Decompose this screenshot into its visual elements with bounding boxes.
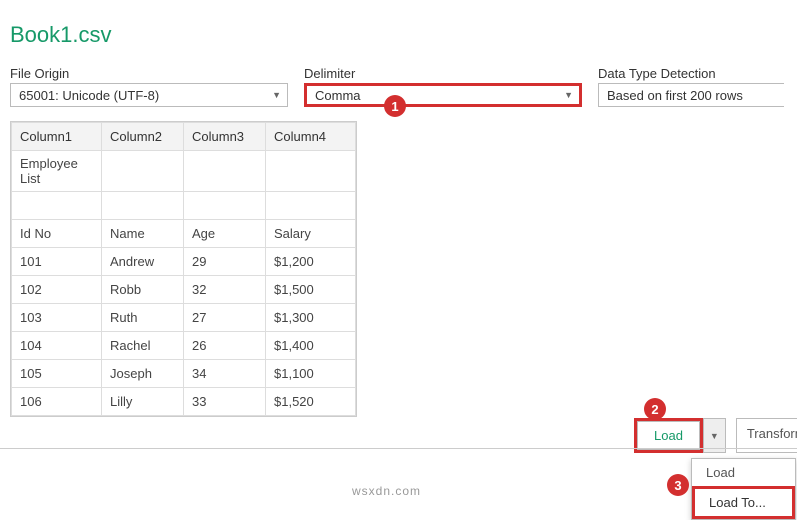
delimiter-value: Comma [315, 88, 361, 103]
table-row: 101Andrew29$1,200 [12, 248, 356, 276]
delimiter-dropdown[interactable]: Comma ▼ [304, 83, 582, 107]
delimiter-control: Delimiter Comma ▼ [304, 66, 582, 107]
column-header[interactable]: Column1 [12, 123, 102, 151]
load-button[interactable]: Load [637, 421, 700, 450]
chevron-down-icon: ▼ [564, 90, 573, 100]
annotation-badge-2: 2 [644, 398, 666, 420]
preview-table-wrap: Column1 Column2 Column3 Column4 Employee… [10, 121, 357, 417]
table-row: Employee List [12, 151, 356, 192]
table-row: Id NoNameAgeSalary [12, 220, 356, 248]
column-header[interactable]: Column3 [184, 123, 266, 151]
chevron-down-icon: ▼ [272, 90, 281, 100]
annotation-badge-1: 1 [384, 95, 406, 117]
file-origin-label: File Origin [10, 66, 288, 81]
file-origin-dropdown[interactable]: 65001: Unicode (UTF-8) ▼ [10, 83, 288, 107]
menu-item-load-to[interactable]: Load To... [692, 486, 795, 519]
file-origin-control: File Origin 65001: Unicode (UTF-8) ▼ [10, 66, 288, 107]
detection-label: Data Type Detection [598, 66, 784, 81]
detection-control: Data Type Detection Based on first 200 r… [598, 66, 784, 107]
preview-table: Column1 Column2 Column3 Column4 Employee… [11, 122, 356, 416]
column-header[interactable]: Column2 [102, 123, 184, 151]
detection-value: Based on first 200 rows [607, 88, 743, 103]
watermark: wsxdn.com [352, 484, 421, 498]
file-origin-value: 65001: Unicode (UTF-8) [19, 88, 159, 103]
table-row: 102Robb32$1,500 [12, 276, 356, 304]
table-row: 103Ruth27$1,300 [12, 304, 356, 332]
table-row [12, 192, 356, 220]
table-row: 105Joseph34$1,100 [12, 360, 356, 388]
table-row: 104Rachel26$1,400 [12, 332, 356, 360]
menu-item-load[interactable]: Load [692, 459, 795, 486]
table-row: 106Lilly33$1,520 [12, 388, 356, 416]
annotation-badge-3: 3 [667, 474, 689, 496]
load-menu: Load Load To... [691, 458, 796, 520]
delimiter-label: Delimiter [304, 66, 582, 81]
chevron-down-icon: ▼ [710, 431, 719, 441]
divider [0, 448, 797, 449]
column-header[interactable]: Column4 [266, 123, 356, 151]
page-title: Book1.csv [10, 22, 797, 48]
detection-dropdown[interactable]: Based on first 200 rows [598, 83, 784, 107]
